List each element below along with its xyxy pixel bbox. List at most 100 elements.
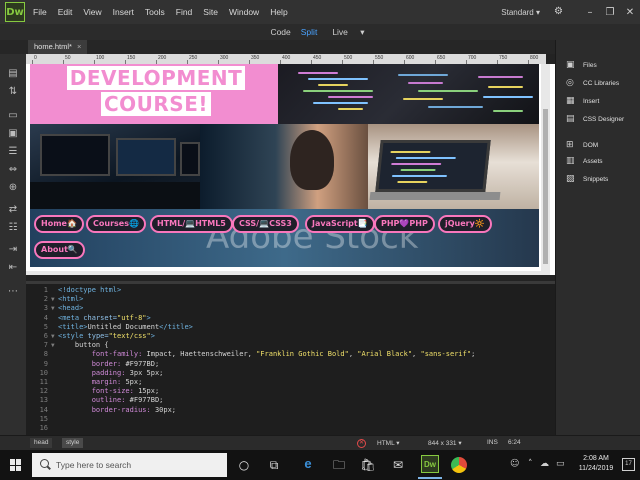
panel-dom[interactable]: ⊞ DOM <box>566 138 598 152</box>
tag-selector-style[interactable]: style <box>62 438 84 448</box>
apply-comment-icon[interactable]: ☰ <box>7 146 19 158</box>
panel-label: Snippets <box>583 175 609 183</box>
outdent-icon[interactable]: ⇤ <box>7 262 19 274</box>
panel-cc-libraries[interactable]: ◎ CC Libraries <box>566 76 619 90</box>
menu-find[interactable]: Find <box>176 7 193 17</box>
code-line[interactable]: 10 padding: 3px 5px; <box>26 369 555 378</box>
document-tab[interactable]: home.html* × <box>28 40 88 54</box>
code-editor[interactable]: 1 <!doctype html> 2 ▼ <html> 3 ▼ <head> 4 <meta c… <box>26 281 555 435</box>
insert-mode[interactable]: INS <box>487 439 498 446</box>
code-line[interactable]: 7 ▼ button { <box>26 341 555 350</box>
network-icon[interactable]: ▭ <box>556 459 565 469</box>
restore-icon[interactable]: ❐ <box>600 7 620 18</box>
code-line[interactable]: 14 border-radius: 30px; <box>26 406 555 415</box>
close-tab-icon[interactable]: × <box>77 40 81 54</box>
error-icon[interactable]: ✕ <box>357 439 366 448</box>
format-source-icon[interactable]: ☷ <box>7 222 19 234</box>
fold-toggle-icon[interactable]: ▼ <box>51 332 55 341</box>
line-number: 15 <box>39 414 48 423</box>
code-line[interactable]: 2 ▼ <html> <box>26 295 555 304</box>
cortana-icon[interactable]: ○ <box>236 457 252 473</box>
scrollbar-thumb[interactable] <box>543 109 548 264</box>
workspace-switcher[interactable]: Standard ▾ <box>501 8 540 17</box>
nav-button-about[interactable]: About🔍 <box>34 241 85 259</box>
menu-edit[interactable]: Edit <box>58 7 73 17</box>
store-icon[interactable]: 🛍 <box>360 457 376 473</box>
tag-selector-head[interactable]: head <box>30 438 53 448</box>
code-source: <!doctype html> <box>58 286 122 294</box>
panel-insert[interactable]: ▦ Insert <box>566 94 599 108</box>
notification-center-icon[interactable]: 17 <box>622 458 635 471</box>
fold-toggle-icon[interactable]: ▼ <box>51 304 55 313</box>
code-line[interactable]: 11 margin: 5px; <box>26 378 555 387</box>
menu-view[interactable]: View <box>83 7 101 17</box>
menu-help[interactable]: Help <box>270 7 287 17</box>
task-view-icon[interactable]: ⧉ <box>266 457 282 473</box>
menu-file[interactable]: File <box>33 7 47 17</box>
menu-window[interactable]: Window <box>229 7 259 17</box>
chrome-icon[interactable] <box>451 457 467 473</box>
nav-button-javascript[interactable]: JavaScript📑 <box>305 215 375 233</box>
code-collapse-icon[interactable]: ▭ <box>7 110 19 122</box>
target-icon[interactable]: ⊕ <box>7 182 19 194</box>
onedrive-icon[interactable]: ☁ <box>540 459 549 469</box>
open-documents-icon[interactable]: ▤ <box>7 68 19 80</box>
code-line[interactable]: 16 <box>26 424 555 433</box>
window-size[interactable]: 844 x 331 ▾ <box>428 439 462 447</box>
document-type-label: HTML <box>377 440 395 447</box>
code-view-button[interactable]: Code <box>270 27 290 37</box>
panel-files[interactable]: ▣ Files <box>566 58 597 72</box>
wrap-tag-icon[interactable]: ⇄ <box>7 204 19 216</box>
code-source: font-size: 15px; <box>91 387 160 396</box>
chevron-down-icon: ▾ <box>535 7 540 17</box>
nav-button-css[interactable]: CSS/💻CSS3 <box>232 215 299 233</box>
code-line[interactable]: 9 border: #F977BD; <box>26 360 555 369</box>
menu-insert[interactable]: Insert <box>113 7 134 17</box>
code-line[interactable]: 8 font-family: Impact, Haettenschweiler,… <box>26 350 555 359</box>
show-hidden-icons[interactable]: ˄ <box>528 459 533 469</box>
code-line[interactable]: 1 <!doctype html> <box>26 286 555 295</box>
preview-icon[interactable]: ▣ <box>7 128 19 140</box>
indent-icon[interactable]: ⇥ <box>7 244 19 256</box>
panel-snippets[interactable]: ▧ Snippets <box>566 172 608 186</box>
code-line[interactable]: 3 ▼ <head> <box>26 304 555 313</box>
panel-css-designer[interactable]: ▤ CSS Designer <box>566 112 624 126</box>
file-management-icon[interactable]: ⇅ <box>7 86 19 98</box>
expand-icon[interactable]: ⇔ <box>7 164 19 176</box>
file-explorer-icon[interactable]: 🗀 <box>331 457 347 473</box>
people-icon[interactable]: ☺ <box>510 459 519 469</box>
ruler-label: 200 <box>158 55 167 61</box>
nav-button-home[interactable]: Home🏠 <box>34 215 84 233</box>
menu-tools[interactable]: Tools <box>145 7 165 17</box>
code-line[interactable]: 6 ▼ <style type="text/css"> <box>26 332 555 341</box>
split-view-button[interactable]: Split <box>301 27 318 37</box>
taskbar-clock[interactable]: 2:08 AM 11/24/2019 <box>574 454 618 474</box>
code-line[interactable]: 15 <box>26 415 555 424</box>
cc-libraries-icon: ◎ <box>566 78 574 88</box>
live-view-vertical-scrollbar[interactable] <box>541 64 550 271</box>
live-view-horizontal-scrollbar[interactable] <box>26 271 550 275</box>
fold-toggle-icon[interactable]: ▼ <box>51 295 55 304</box>
code-line[interactable]: 5 <title>Untitled Document</title> <box>26 323 555 332</box>
document-type[interactable]: HTML ▾ <box>377 439 400 447</box>
fold-toggle-icon[interactable]: ▼ <box>51 341 55 350</box>
menu-site[interactable]: Site <box>203 7 218 17</box>
panel-assets[interactable]: ▥ Assets <box>566 154 603 168</box>
nav-button-php[interactable]: PHP💜PHP <box>374 215 435 233</box>
minimize-icon[interactable]: – <box>580 7 600 18</box>
nav-button-html[interactable]: HTML/💻HTML5 <box>150 215 233 233</box>
more-tools-icon[interactable]: ⋯ <box>7 286 19 298</box>
code-line[interactable]: 4 <meta charset="utf-8"> <box>26 314 555 323</box>
nav-button-jquery[interactable]: jQuery🔆 <box>438 215 492 233</box>
code-line[interactable]: 13 outline: #F977BD; <box>26 396 555 405</box>
mail-icon[interactable]: ✉ <box>390 457 406 473</box>
taskbar-search[interactable]: Type here to search <box>32 453 227 477</box>
gear-icon[interactable]: ⚙ <box>554 6 566 18</box>
live-view-button[interactable]: Live ▾ <box>327 27 369 38</box>
nav-button-courses[interactable]: Courses🌐 <box>86 215 146 233</box>
dreamweaver-taskbar-icon[interactable]: Dw <box>421 455 439 473</box>
edge-icon[interactable]: e <box>299 455 317 473</box>
code-line[interactable]: 12 font-size: 15px; <box>26 387 555 396</box>
close-icon[interactable]: ✕ <box>620 7 640 18</box>
windows-start-icon[interactable] <box>10 459 22 471</box>
